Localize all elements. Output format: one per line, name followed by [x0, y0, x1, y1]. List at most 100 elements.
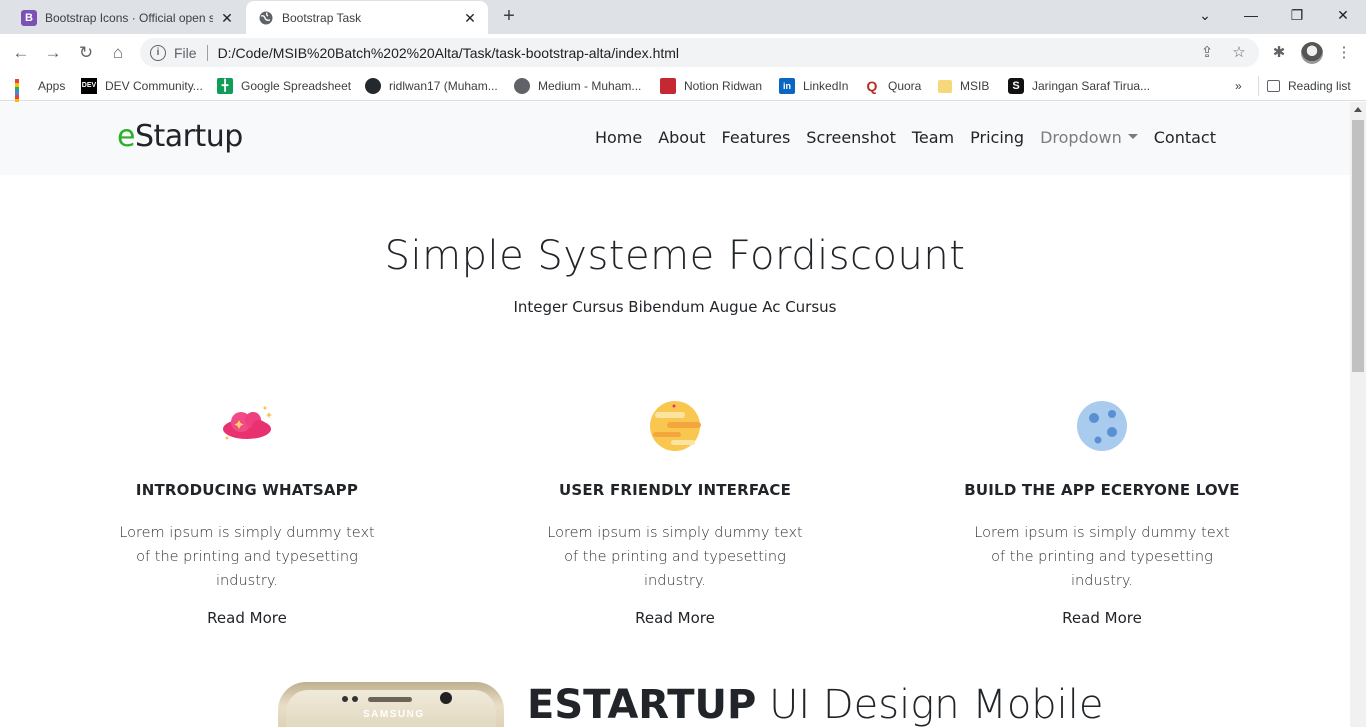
back-icon[interactable]: ←: [8, 40, 34, 66]
caret-down-icon: [1127, 134, 1138, 139]
bookmark-label: MSIB: [960, 79, 990, 93]
url-scheme-label: File: [174, 44, 197, 61]
bookmark-label: DEV Community...: [105, 79, 203, 93]
nav-dropdown-label: Dropdown: [1040, 128, 1122, 147]
bookmarks-bar: Apps DEV DEV Community... ╋ Google Sprea…: [0, 71, 1366, 115]
bookmark-dev[interactable]: DEV DEV Community...: [81, 76, 203, 96]
phone-logo: SAMSUNG: [363, 709, 425, 720]
close-icon[interactable]: ✕: [219, 10, 235, 26]
section-title: ESTARTUP UI Design Mobile: [527, 682, 1104, 727]
info-icon[interactable]: i: [150, 44, 166, 61]
feature-description: Lorem ipsum is simply dummy text of the …: [547, 525, 803, 589]
bookmark-label: Quora: [888, 79, 922, 93]
nav-home[interactable]: Home: [587, 128, 650, 147]
restore-button[interactable]: ❐: [1274, 0, 1320, 30]
nav-links: Home About Features Screenshot Team Pric…: [587, 128, 1224, 147]
scroll-up-icon[interactable]: [1354, 107, 1362, 112]
bookmark-jaringan[interactable]: S Jaringan Saraf Tirua...: [1008, 76, 1150, 96]
nav-dropdown[interactable]: Dropdown: [1032, 128, 1146, 147]
bookmark-quora[interactable]: Q Quora: [864, 76, 922, 96]
bookmark-apps[interactable]: Apps: [14, 76, 66, 115]
feature-title: BUILD THE APP ECERYONE LOVE: [964, 481, 1240, 499]
read-more-link[interactable]: Read More: [952, 609, 1252, 627]
close-icon[interactable]: ✕: [462, 10, 478, 26]
reading-list-icon: [1267, 80, 1280, 92]
globe-icon: [258, 10, 274, 26]
site-navbar: eStartup Home About Features Screenshot …: [0, 102, 1350, 175]
extensions-icon[interactable]: ✱: [1267, 41, 1291, 65]
divider: [206, 44, 208, 61]
reload-icon[interactable]: ↻: [73, 40, 99, 66]
brand-accent: e: [117, 119, 135, 154]
menu-icon[interactable]: ⋮: [1332, 41, 1356, 65]
profile-avatar[interactable]: [1301, 42, 1323, 64]
brand-rest: Startup: [134, 119, 243, 154]
tab-bootstrap-icons[interactable]: B Bootstrap Icons · Official open sc ✕: [9, 1, 245, 34]
bookmark-label: Apps: [38, 79, 66, 93]
scrollbar-thumb[interactable]: [1352, 120, 1364, 372]
phone-camera: [440, 692, 452, 704]
reading-list-button[interactable]: Reading list: [1258, 76, 1351, 96]
star-icon[interactable]: ☆: [1230, 44, 1248, 62]
section-title-strong: ESTARTUP: [527, 682, 757, 727]
forward-icon[interactable]: →: [40, 40, 66, 66]
minimize-button[interactable]: —: [1228, 0, 1274, 30]
feature-card: USER FRIENDLY INTERFACE Lorem ipsum is s…: [525, 398, 825, 627]
nav-screenshot[interactable]: Screenshot: [798, 128, 904, 147]
bookmark-github[interactable]: ridlwan17 (Muham...: [365, 76, 498, 96]
bookmark-sheets[interactable]: ╋ Google Spreadsheet: [217, 76, 351, 96]
url-text[interactable]: D:/Code/MSIB%20Batch%202%20Alta/Task/tas…: [218, 45, 679, 61]
dev-icon: DEV: [81, 78, 97, 94]
tab-search-icon[interactable]: ⌄: [1182, 0, 1228, 30]
phone-mockup-image: SAMSUNG: [278, 682, 504, 727]
read-more-link[interactable]: Read More: [97, 609, 397, 627]
overflow-label: »: [1235, 79, 1242, 93]
nav-pricing[interactable]: Pricing: [962, 128, 1032, 147]
page-viewport: eStartup Home About Features Screenshot …: [0, 102, 1350, 727]
phone-sensor: [352, 696, 358, 702]
nav-about[interactable]: About: [650, 128, 713, 147]
page-scrollbar[interactable]: [1350, 102, 1366, 727]
globe-icon: [514, 78, 530, 94]
bookmark-label: LinkedIn: [803, 79, 849, 93]
close-window-button[interactable]: ✕: [1320, 0, 1366, 30]
tab-bootstrap-task[interactable]: Bootstrap Task ✕: [246, 1, 488, 34]
home-icon[interactable]: ⌂: [105, 40, 131, 66]
brand-logo[interactable]: eStartup: [117, 119, 243, 154]
bookmark-label: ridlwan17 (Muham...: [389, 79, 498, 93]
nav-contact[interactable]: Contact: [1146, 128, 1224, 147]
reading-list-label: Reading list: [1288, 79, 1351, 93]
new-tab-button[interactable]: +: [498, 6, 520, 28]
feature-title: INTRODUCING WHATSAPP: [135, 481, 359, 499]
bookmark-label: Jaringan Saraf Tirua...: [1032, 79, 1151, 93]
sheets-icon: ╋: [217, 78, 233, 94]
bookmark-notion[interactable]: Notion Ridwan: [660, 76, 762, 96]
address-bar[interactable]: i File D:/Code/MSIB%20Batch%202%20Alta/T…: [140, 38, 1259, 67]
phone-sensor: [342, 696, 348, 702]
tab-title: Bootstrap Task: [282, 10, 362, 25]
bookmark-label: Google Spreadsheet: [241, 79, 352, 93]
tab-strip: B Bootstrap Icons · Official open sc ✕ B…: [0, 0, 1366, 34]
cloud-icon: [219, 398, 275, 454]
hero-subtitle: Integer Cursus Bibendum Augue Ac Cursus: [513, 298, 837, 316]
folder-icon: [938, 79, 952, 93]
planet-icon: [647, 398, 703, 454]
feature-description: Lorem ipsum is simply dummy text of the …: [119, 525, 375, 589]
read-more-link[interactable]: Read More: [525, 609, 825, 627]
bookmark-linkedin[interactable]: in LinkedIn: [779, 76, 848, 96]
share-icon[interactable]: ⇪: [1198, 44, 1216, 62]
hero-title: Simple Systeme Fordiscount: [384, 233, 966, 279]
quora-icon: Q: [866, 78, 878, 94]
nav-features[interactable]: Features: [714, 128, 799, 147]
bookmarks-overflow[interactable]: »: [1235, 76, 1242, 96]
bookmark-label: Medium - Muham...: [538, 79, 642, 93]
feature-card: INTRODUCING WHATSAPP Lorem ipsum is simp…: [97, 398, 397, 627]
phone-speaker: [368, 697, 412, 702]
bookmark-medium[interactable]: Medium - Muham...: [514, 76, 641, 96]
bookmark-msib[interactable]: MSIB: [938, 76, 989, 96]
moon-icon: [1074, 398, 1130, 454]
bookmark-label: Notion Ridwan: [684, 79, 763, 93]
notion-icon: [660, 78, 676, 94]
nav-team[interactable]: Team: [904, 128, 962, 147]
feature-card: BUILD THE APP ECERYONE LOVE Lorem ipsum …: [952, 398, 1252, 627]
